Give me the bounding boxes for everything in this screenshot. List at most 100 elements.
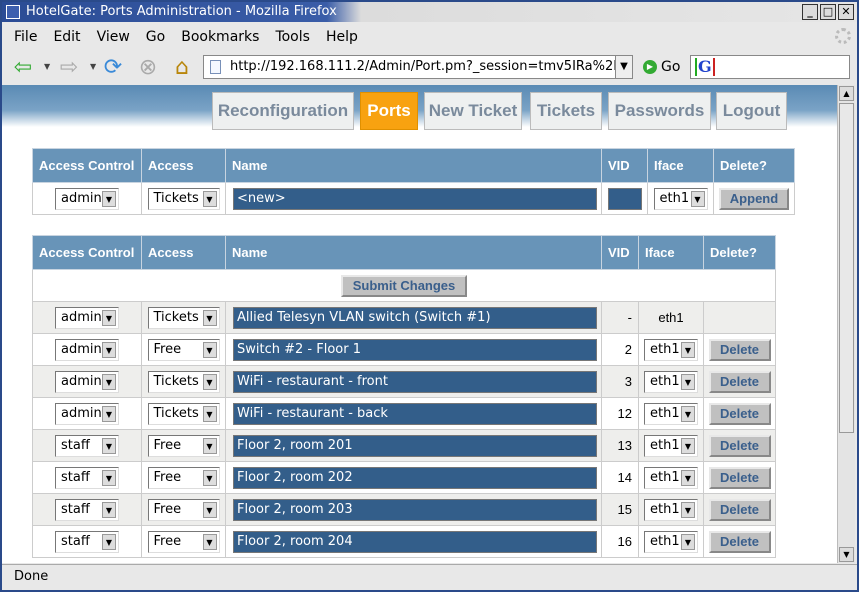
port-row: admin ▼ Free ▼ Switch #2 - Floor 1 2 eth1 ▼… [32, 333, 776, 366]
access-select[interactable]: Free ▼ [147, 338, 220, 361]
url-history-dropdown[interactable]: ▼ [615, 55, 633, 79]
iface-select[interactable]: eth1 ▼ [644, 338, 698, 361]
stop-icon[interactable]: ⊗ [135, 55, 161, 81]
access-select[interactable]: Free ▼ [147, 498, 220, 521]
col-access-control: Access Control [32, 148, 142, 183]
name-input[interactable]: Floor 2, room 203 [233, 498, 597, 521]
name-input[interactable]: WiFi - restaurant - front [233, 370, 597, 393]
col-vid: VID [601, 235, 639, 270]
port-row: admin ▼ Tickets ▼ Allied Telesyn VLAN swit… [32, 301, 776, 334]
access-control-select[interactable]: admin ▼ [55, 370, 119, 393]
new-port-table: Access Control Access Name VID Iface Del… [32, 148, 795, 215]
delete-button[interactable]: Delete [708, 370, 771, 393]
scroll-up-icon[interactable]: ▲ [839, 86, 854, 101]
access-select[interactable]: Tickets ▼ [147, 370, 220, 393]
maximize-button[interactable]: □ [820, 4, 836, 20]
status-bar: Done [2, 564, 857, 588]
iface-select[interactable]: eth1 ▼ [644, 530, 698, 553]
minimize-button[interactable]: _ [802, 4, 818, 20]
access-select[interactable]: Tickets ▼ [147, 187, 220, 210]
port-row: staff ▼ Free ▼ Floor 2, room 203 15 eth1 ▼ … [32, 493, 776, 526]
menu-help[interactable]: Help [326, 29, 358, 45]
vid-input[interactable] [607, 187, 642, 210]
menu-tools[interactable]: Tools [275, 29, 310, 45]
home-icon[interactable]: ⌂ [169, 55, 195, 81]
col-iface: Iface [647, 148, 714, 183]
tab-reconfiguration[interactable]: Reconfiguration [212, 92, 354, 130]
col-vid: VID [601, 148, 648, 183]
name-input[interactable]: <new> [233, 187, 597, 210]
access-control-select[interactable]: staff ▼ [55, 466, 119, 489]
access-select[interactable]: Tickets ▼ [147, 306, 220, 329]
tab-passwords[interactable]: Passwords [608, 92, 711, 130]
access-control-select[interactable]: staff ▼ [55, 530, 119, 553]
page-icon [210, 60, 221, 74]
go-icon: ▶ [643, 60, 657, 74]
google-icon[interactable]: G [695, 58, 715, 76]
access-select[interactable]: Tickets ▼ [147, 402, 220, 425]
vid-value: - [601, 301, 639, 334]
delete-button[interactable]: Delete [708, 402, 771, 425]
port-row: staff ▼ Free ▼ Floor 2, room 201 13 eth1 ▼ … [32, 429, 776, 462]
submit-changes-button[interactable]: Submit Changes [341, 274, 467, 297]
vertical-scrollbar[interactable]: ▲ ▼ [837, 85, 855, 563]
url-bar[interactable]: http://192.168.111.2/Admin/Port.pm?_sess… [203, 55, 621, 79]
vid-value: 15 [601, 493, 639, 526]
menu-file[interactable]: File [14, 29, 37, 45]
col-delete: Delete? [703, 235, 776, 270]
back-dropdown-icon[interactable]: ▼ [44, 62, 50, 71]
new-port-row: admin ▼ Tickets ▼ <new> eth1 ▼ Append [32, 182, 795, 215]
col-access-control: Access Control [32, 235, 142, 270]
access-control-select[interactable]: admin ▼ [55, 338, 119, 361]
name-input[interactable]: Allied Telesyn VLAN switch (Switch #1) [233, 306, 597, 329]
delete-button[interactable]: Delete [708, 466, 771, 489]
access-control-select[interactable]: staff ▼ [55, 434, 119, 457]
tab-new-ticket[interactable]: New Ticket [424, 92, 522, 130]
iface-select[interactable]: eth1 ▼ [644, 402, 698, 425]
access-select[interactable]: Free ▼ [147, 466, 220, 489]
iface-select[interactable]: eth1 ▼ [644, 434, 698, 457]
delete-button[interactable]: Delete [708, 338, 771, 361]
menu-edit[interactable]: Edit [53, 29, 80, 45]
go-label: Go [661, 59, 681, 75]
scroll-thumb[interactable] [839, 103, 854, 433]
scroll-down-icon[interactable]: ▼ [839, 547, 854, 562]
iface-value: eth1 [658, 310, 684, 325]
search-input[interactable]: G [690, 55, 850, 79]
ports-table: Access Control Access Name VID Iface Del… [32, 235, 776, 558]
access-control-select[interactable]: admin ▼ [55, 187, 119, 210]
reload-icon[interactable]: ⟳ [100, 55, 126, 81]
access-select[interactable]: Free ▼ [147, 530, 220, 553]
access-select[interactable]: Free ▼ [147, 434, 220, 457]
menu-view[interactable]: View [97, 29, 130, 45]
close-button[interactable]: ✕ [838, 4, 854, 20]
delete-button[interactable]: Delete [708, 498, 771, 521]
iface-select[interactable]: eth1 ▼ [653, 187, 708, 210]
name-input[interactable]: Floor 2, room 202 [233, 466, 597, 489]
iface-select[interactable]: eth1 ▼ [644, 466, 698, 489]
tab-tickets[interactable]: Tickets [530, 92, 602, 130]
iface-select[interactable]: eth1 ▼ [644, 498, 698, 521]
back-arrow-icon[interactable]: ⇦ [10, 55, 36, 81]
access-control-select[interactable]: staff ▼ [55, 498, 119, 521]
tab-logout[interactable]: Logout [716, 92, 787, 130]
go-button[interactable]: ▶ Go [643, 59, 680, 75]
menu-bookmarks[interactable]: Bookmarks [181, 29, 259, 45]
window-menu-icon[interactable] [6, 5, 20, 19]
forward-arrow-icon[interactable]: ⇨ [56, 55, 82, 81]
tab-ports[interactable]: Ports [360, 92, 418, 130]
delete-button[interactable]: Delete [708, 434, 771, 457]
access-control-select[interactable]: admin ▼ [55, 402, 119, 425]
port-row: staff ▼ Free ▼ Floor 2, room 202 14 eth1 ▼ … [32, 461, 776, 494]
access-control-select[interactable]: admin ▼ [55, 306, 119, 329]
delete-button[interactable]: Delete [708, 530, 771, 553]
name-input[interactable]: WiFi - restaurant - back [233, 402, 597, 425]
iface-select[interactable]: eth1 ▼ [644, 370, 698, 393]
append-button[interactable]: Append [719, 187, 789, 210]
port-row: admin ▼ Tickets ▼ WiFi - restaurant - back… [32, 397, 776, 430]
name-input[interactable]: Floor 2, room 204 [233, 530, 597, 553]
name-input[interactable]: Floor 2, room 201 [233, 434, 597, 457]
name-input[interactable]: Switch #2 - Floor 1 [233, 338, 597, 361]
menu-go[interactable]: Go [146, 29, 165, 45]
forward-dropdown-icon[interactable]: ▼ [90, 62, 96, 71]
